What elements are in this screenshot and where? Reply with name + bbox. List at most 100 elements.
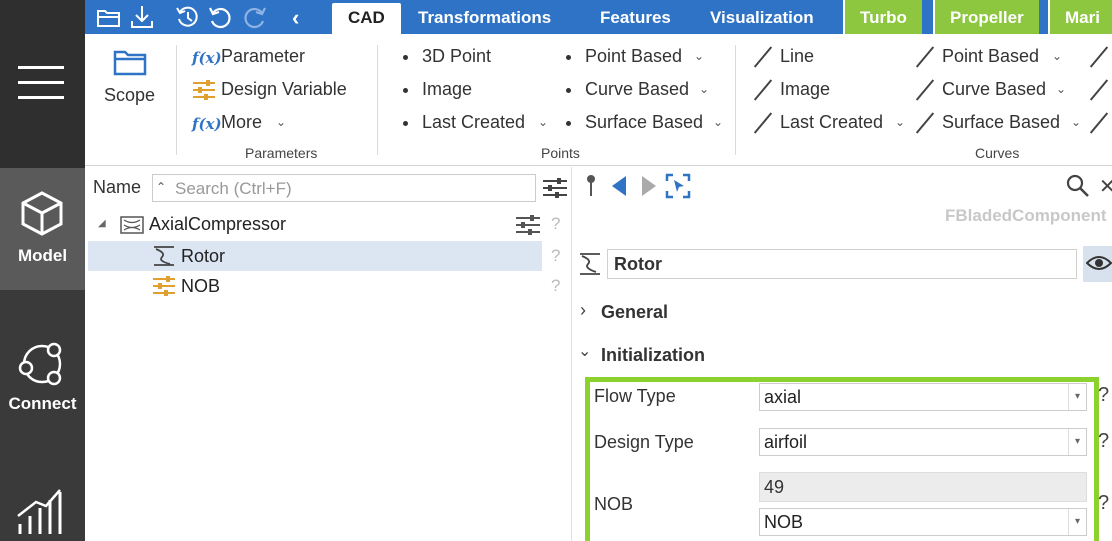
pin-icon[interactable] xyxy=(584,174,598,198)
ribbon-separator xyxy=(176,45,177,155)
function-icon: f(x) xyxy=(192,49,222,67)
eye-icon xyxy=(1086,256,1112,270)
rail-item-analytics[interactable] xyxy=(0,484,85,541)
tab-visualization[interactable]: Visualization xyxy=(710,0,814,34)
point-image-button[interactable]: Image xyxy=(422,79,472,100)
help-icon[interactable]: ? xyxy=(551,246,560,266)
chevron-left-icon[interactable]: ‹ xyxy=(292,5,308,30)
rail-item-connect[interactable]: Connect xyxy=(0,330,85,420)
tab-turbo[interactable]: Turbo xyxy=(843,0,922,34)
dropdown-arrow-icon[interactable]: ▾ xyxy=(1068,429,1086,455)
help-icon[interactable]: ? xyxy=(1098,492,1109,515)
chevron-up-icon[interactable]: ⌃ xyxy=(156,180,166,194)
select-value: axial xyxy=(764,387,802,407)
back-arrow-icon[interactable] xyxy=(610,175,628,197)
search-icon[interactable] xyxy=(1066,174,1090,198)
chevron-down-icon[interactable]: ⌄ xyxy=(1071,115,1081,129)
design-type-select[interactable]: airfoil ▾ xyxy=(759,428,1087,456)
curve-last-created-button[interactable]: Last Created xyxy=(780,112,883,133)
object-name-field[interactable]: Rotor xyxy=(607,249,1077,279)
undo-icon[interactable] xyxy=(207,4,233,30)
chevron-down-icon[interactable]: ⌄ xyxy=(1052,49,1062,63)
group-label-points: Points xyxy=(541,145,580,161)
filter-settings-icon[interactable] xyxy=(543,178,567,198)
point-icon xyxy=(566,121,571,126)
nob-source-select[interactable]: NOB ▾ xyxy=(759,508,1087,536)
visibility-button[interactable] xyxy=(1083,246,1112,282)
tree-label: NOB xyxy=(181,276,221,296)
tab-transformations[interactable]: Transformations xyxy=(418,0,551,34)
chevron-down-icon[interactable]: ⌄ xyxy=(895,115,905,129)
tree-row-nob[interactable]: NOB xyxy=(88,271,542,301)
connect-nodes-icon xyxy=(18,342,62,386)
tree-label: AxialCompressor xyxy=(149,214,287,234)
select-value: airfoil xyxy=(764,432,808,452)
design-variable-icon xyxy=(193,80,215,100)
tree-name-header: Name xyxy=(93,177,142,197)
forward-arrow-icon[interactable] xyxy=(640,175,658,197)
tab-propeller[interactable]: Propeller xyxy=(933,0,1039,34)
chevron-down-icon[interactable]: ⌄ xyxy=(538,115,548,129)
download-icon[interactable] xyxy=(129,4,155,30)
point-last-created-button[interactable]: Last Created xyxy=(422,112,525,133)
open-folder-icon[interactable] xyxy=(96,4,122,30)
chevron-down-icon[interactable]: ⌄ xyxy=(1056,82,1066,96)
blade-icon xyxy=(580,253,600,275)
help-icon[interactable]: ? xyxy=(1098,430,1109,453)
component-type-label: FBladedComponent xyxy=(945,206,1107,225)
chevron-down-icon[interactable]: ⌄ xyxy=(694,49,704,63)
curve-based-button[interactable]: Curve Based xyxy=(585,79,689,100)
point-icon xyxy=(403,121,408,126)
tab-features[interactable]: Features xyxy=(600,0,671,34)
surface-based-button[interactable]: Surface Based xyxy=(585,112,703,133)
filter-settings-icon[interactable] xyxy=(516,215,540,235)
chevron-down-icon[interactable]: ⌄ xyxy=(276,115,286,129)
help-icon[interactable]: ? xyxy=(551,276,560,296)
3d-point-button[interactable]: 3D Point xyxy=(422,46,491,67)
section-general[interactable]: › General xyxy=(578,300,778,326)
focus-selection-icon[interactable] xyxy=(665,173,691,199)
tree-row-rotor[interactable]: Rotor xyxy=(88,241,542,271)
hamburger-menu-icon[interactable] xyxy=(18,66,64,100)
line-button[interactable]: Line xyxy=(780,46,814,67)
redo-icon[interactable] xyxy=(242,4,268,30)
design-variable-button[interactable]: Design Variable xyxy=(221,79,347,100)
history-icon[interactable] xyxy=(175,4,201,30)
flow-type-select[interactable]: axial ▾ xyxy=(759,383,1087,411)
curve-image-button[interactable]: Image xyxy=(780,79,830,100)
tree-row-axialcompressor[interactable]: ◢ AxialCompressor xyxy=(88,209,542,239)
parameter-button[interactable]: Parameter xyxy=(221,46,305,67)
point-icon xyxy=(403,55,408,60)
group-label-parameters: Parameters xyxy=(245,145,318,161)
chevron-down-icon: ⌄ xyxy=(578,343,592,360)
close-icon[interactable]: ✕ xyxy=(1099,174,1112,199)
point-icon xyxy=(566,88,571,93)
tab-marine[interactable]: Mari xyxy=(1048,0,1112,34)
nob-label: NOB xyxy=(594,494,634,514)
tree-search-input[interactable]: Search (Ctrl+F) xyxy=(152,174,536,202)
more-button[interactable]: More xyxy=(221,112,262,133)
expand-triangle-icon[interactable]: ◢ xyxy=(98,209,106,239)
rail-item-model[interactable]: Model xyxy=(0,168,85,290)
help-icon[interactable]: ? xyxy=(551,214,560,234)
design-type-label: Design Type xyxy=(594,432,694,452)
point-based-button[interactable]: Point Based xyxy=(585,46,682,67)
search-placeholder: Search (Ctrl+F) xyxy=(175,179,292,198)
curve-curve-based-button[interactable]: Curve Based xyxy=(942,79,1046,100)
rail-label-connect: Connect xyxy=(8,394,77,413)
curve-point-based-button[interactable]: Point Based xyxy=(942,46,1039,67)
scope-button[interactable]: Scope xyxy=(104,85,155,106)
dropdown-arrow-icon[interactable]: ▾ xyxy=(1068,384,1086,410)
tab-cad[interactable]: CAD xyxy=(332,3,401,34)
rail-label-model: Model xyxy=(17,246,68,265)
folder-icon[interactable] xyxy=(113,48,147,76)
help-icon[interactable]: ? xyxy=(1098,384,1109,407)
chevron-down-icon[interactable]: ⌄ xyxy=(713,115,723,129)
cube-icon xyxy=(21,191,63,236)
section-initialization[interactable]: ⌄ Initialization xyxy=(578,343,778,369)
curve-surface-based-button[interactable]: Surface Based xyxy=(942,112,1060,133)
select-value: NOB xyxy=(764,512,804,532)
dropdown-arrow-icon[interactable]: ▾ xyxy=(1068,509,1086,535)
chevron-down-icon[interactable]: ⌄ xyxy=(699,82,709,96)
flow-type-label: Flow Type xyxy=(594,386,676,406)
